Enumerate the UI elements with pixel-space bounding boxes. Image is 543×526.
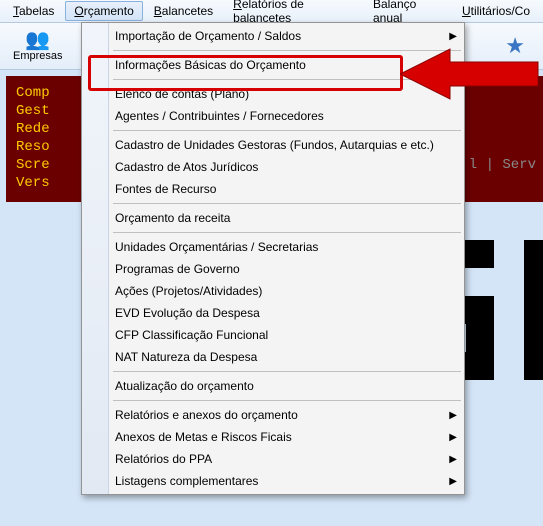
menu-acoes[interactable]: Ações (Projetos/Atividades) — [83, 280, 463, 302]
arrow-annotation — [400, 44, 540, 104]
menu-relatorios-ppa[interactable]: Relatórios do PPA▶ — [83, 448, 463, 470]
menu-programas[interactable]: Programas de Governo — [83, 258, 463, 280]
menu-fontes-recurso[interactable]: Fontes de Recurso — [83, 178, 463, 200]
chevron-right-icon: ▶ — [449, 432, 457, 443]
menu-cadastro-atos[interactable]: Cadastro de Atos Jurídicos — [83, 156, 463, 178]
chevron-right-icon: ▶ — [449, 31, 457, 42]
tool-label: Empresas — [13, 50, 63, 62]
chevron-right-icon: ▶ — [449, 476, 457, 487]
menu-relatorios-anexos[interactable]: Relatórios e anexos do orçamento▶ — [83, 404, 463, 426]
menubar: Tabelas Orçamento Balancetes Relatórios … — [0, 0, 543, 23]
separator — [83, 397, 463, 404]
separator — [83, 368, 463, 375]
tool-empresas[interactable]: 👥 Empresas — [6, 27, 70, 65]
chevron-right-icon: ▶ — [449, 454, 457, 465]
separator — [83, 127, 463, 134]
menu-atualizacao[interactable]: Atualização do orçamento — [83, 375, 463, 397]
people-icon: 👥 — [25, 30, 50, 50]
menu-orcamento-receita[interactable]: Orçamento da receita — [83, 207, 463, 229]
chevron-right-icon: ▶ — [449, 410, 457, 421]
separator — [83, 229, 463, 236]
separator — [83, 200, 463, 207]
menu-evd[interactable]: EVD Evolução da Despesa — [83, 302, 463, 324]
menu-unidades-orc[interactable]: Unidades Orçamentárias / Secretarias — [83, 236, 463, 258]
menu-tabelas[interactable]: Tabelas — [4, 1, 63, 21]
menu-anexos-metas[interactable]: Anexos de Metas e Riscos Ficais▶ — [83, 426, 463, 448]
menu-agentes[interactable]: Agentes / Contribuintes / Fornecedores — [83, 105, 463, 127]
menu-orcamento[interactable]: Orçamento — [65, 1, 142, 21]
menu-nat[interactable]: NAT Natureza da Despesa — [83, 346, 463, 368]
menu-cadastro-unidades[interactable]: Cadastro de Unidades Gestoras (Fundos, A… — [83, 134, 463, 156]
menu-balancetes[interactable]: Balancetes — [145, 1, 222, 21]
menu-listagens[interactable]: Listagens complementares▶ — [83, 470, 463, 492]
menu-utilitarios[interactable]: Utilitários/Co — [453, 1, 539, 21]
menu-cfp[interactable]: CFP Classificação Funcional — [83, 324, 463, 346]
